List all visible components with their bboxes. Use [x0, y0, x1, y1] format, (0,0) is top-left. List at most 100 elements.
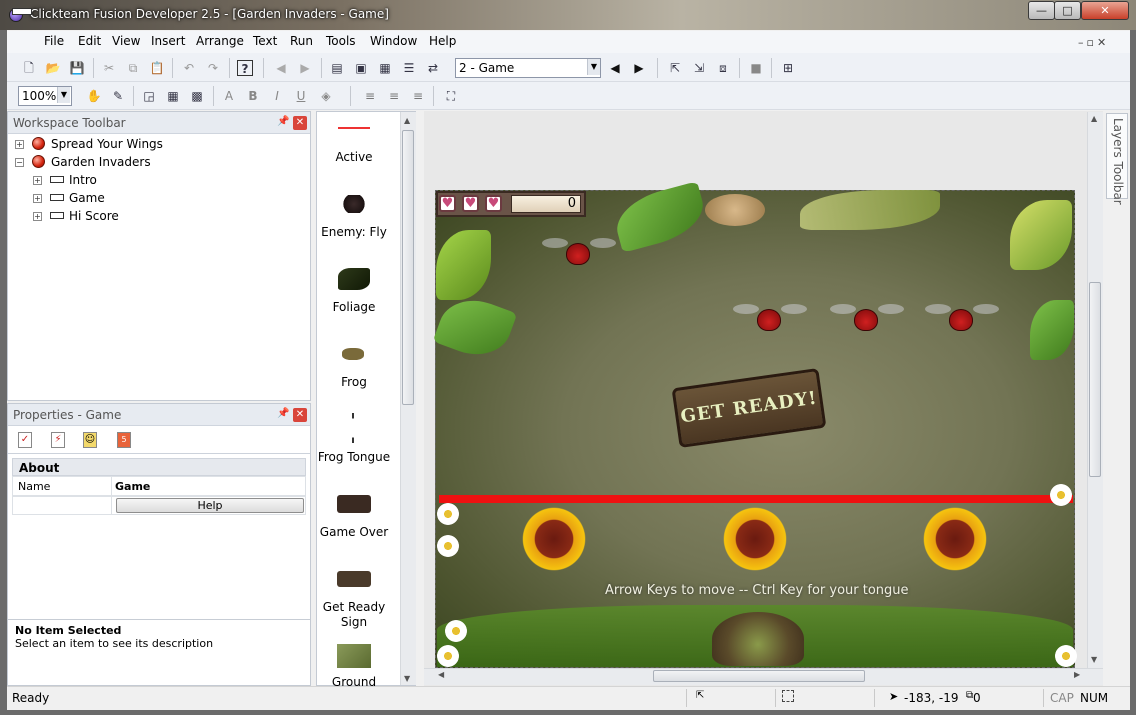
underline-button[interactable]: U — [293, 88, 309, 104]
sunflower-graphic[interactable] — [519, 504, 589, 574]
menu-edit[interactable]: Edit — [78, 34, 101, 48]
scroll-left-icon[interactable]: ◀ — [438, 670, 444, 679]
bold-button[interactable]: B — [245, 88, 261, 104]
run-project-icon[interactable]: ⧈ — [715, 60, 731, 76]
frog-thumbnail[interactable] — [342, 348, 364, 360]
expand-icon[interactable]: + — [15, 140, 24, 149]
tree-item-intro[interactable]: Intro — [69, 171, 97, 189]
game-over-thumbnail[interactable] — [337, 495, 371, 513]
snap-icon[interactable]: ◲ — [141, 88, 157, 104]
property-name-value[interactable]: Game — [115, 480, 150, 493]
event-editor-icon[interactable]: ▦ — [377, 60, 393, 76]
menu-window[interactable]: Window — [370, 34, 417, 48]
menu-view[interactable]: View — [112, 34, 140, 48]
enemy-fly[interactable] — [757, 309, 781, 331]
expand-icon[interactable]: + — [33, 212, 42, 221]
scroll-up-icon[interactable]: ▲ — [1091, 114, 1097, 123]
new-file-icon[interactable]: 🗋 — [21, 60, 37, 76]
copy-icon[interactable]: ⧉ — [125, 60, 141, 76]
align-right-icon[interactable]: ≡ — [410, 88, 426, 104]
align-left-icon[interactable]: ≡ — [362, 88, 378, 104]
object-label-get-ready-sign[interactable]: Get Ready Sign — [315, 600, 393, 630]
previous-frame-icon[interactable]: ◀ — [607, 60, 623, 76]
document-icon[interactable] — [12, 8, 32, 15]
red-boundary-line[interactable] — [439, 495, 1073, 503]
enemy-fly-thumbnail[interactable] — [339, 195, 369, 213]
scroll-down-icon[interactable]: ▼ — [404, 674, 410, 683]
menu-text[interactable]: Text — [253, 34, 277, 48]
paste-icon[interactable]: 📋 — [149, 60, 165, 76]
object-label-game-over[interactable]: Game Over — [315, 525, 393, 540]
frame-select[interactable]: 2 - Game — [455, 58, 601, 78]
grid-setup-icon[interactable]: ▩ — [189, 88, 205, 104]
forward-icon[interactable]: ▶ — [297, 60, 313, 76]
run-frame-icon[interactable]: ⇲ — [691, 60, 707, 76]
fill-color-icon[interactable]: ◈ — [318, 88, 334, 104]
scrollbar-thumb[interactable] — [1089, 282, 1101, 477]
chevron-down-icon[interactable]: ▼ — [57, 87, 70, 103]
settings-tab-icon[interactable]: ✓ — [18, 432, 32, 448]
help-button[interactable]: Help — [116, 498, 304, 513]
object-label-active[interactable]: Active — [315, 150, 393, 165]
data-elements-icon[interactable]: ⇄ — [425, 60, 441, 76]
run-application-icon[interactable]: ⇱ — [667, 60, 683, 76]
expand-icon[interactable]: + — [33, 194, 42, 203]
close-button[interactable]: ✕ — [1081, 1, 1129, 20]
menu-arrange[interactable]: Arrange — [196, 34, 244, 48]
close-panel-icon[interactable]: ✕ — [293, 408, 307, 422]
italic-button[interactable]: I — [269, 88, 285, 104]
pen-tool-icon[interactable]: ✎ — [110, 88, 126, 104]
back-icon[interactable]: ◀ — [273, 60, 289, 76]
minimize-button[interactable]: — — [1028, 1, 1055, 20]
close-panel-icon[interactable]: ✕ — [293, 116, 307, 130]
tree-item-spread-your-wings[interactable]: Spread Your Wings — [51, 135, 163, 153]
build-icon[interactable]: ⊞ — [780, 60, 796, 76]
foliage-thumbnail[interactable] — [338, 268, 370, 290]
frog-tongue-thumbnail[interactable] — [352, 413, 354, 443]
get-ready-sign-thumbnail[interactable] — [337, 571, 371, 587]
storyboard-editor-icon[interactable]: ▤ — [329, 60, 345, 76]
scrollbar-thumb[interactable] — [402, 130, 414, 405]
expand-icon[interactable]: + — [33, 176, 42, 185]
scroll-up-icon[interactable]: ▲ — [404, 116, 410, 125]
menu-run[interactable]: Run — [290, 34, 313, 48]
ground-thumbnail[interactable] — [337, 644, 371, 668]
object-label-enemy-fly[interactable]: Enemy: Fly — [315, 225, 393, 240]
next-frame-icon[interactable]: ▶ — [631, 60, 647, 76]
scroll-right-icon[interactable]: ▶ — [1074, 670, 1080, 679]
enemy-fly[interactable] — [949, 309, 973, 331]
menu-file[interactable]: File — [44, 34, 64, 48]
chevron-down-icon[interactable]: ▼ — [587, 59, 600, 75]
object-label-frog-tongue[interactable]: Frog Tongue — [315, 450, 393, 465]
object-label-foliage[interactable]: Foliage — [315, 300, 393, 315]
enemy-fly[interactable] — [854, 309, 878, 331]
align-center-icon[interactable]: ≡ — [386, 88, 402, 104]
sunflower-graphic[interactable] — [720, 504, 790, 574]
cut-icon[interactable]: ✂ — [101, 60, 117, 76]
hand-tool-icon[interactable]: ✋ — [86, 88, 102, 104]
help-icon[interactable]: ? — [237, 60, 253, 76]
object-label-frog[interactable]: Frog — [315, 375, 393, 390]
event-list-editor-icon[interactable]: ☰ — [401, 60, 417, 76]
html5-tab-icon[interactable]: 5 — [117, 432, 131, 448]
open-folder-icon[interactable]: 📂 — [45, 60, 61, 76]
stop-icon[interactable]: ■ — [748, 60, 764, 76]
frame-editor-icon[interactable]: ▣ — [353, 60, 369, 76]
frog-player[interactable] — [712, 612, 804, 666]
scroll-down-icon[interactable]: ▼ — [1091, 655, 1097, 664]
tree-item-garden-invaders[interactable]: Garden Invaders — [51, 153, 151, 171]
grid-icon[interactable]: ▦ — [165, 88, 181, 104]
menu-help[interactable]: Help — [429, 34, 456, 48]
save-icon[interactable]: 💾 — [69, 60, 85, 76]
scrollbar-thumb[interactable] — [653, 670, 865, 682]
about-tab-icon[interactable]: ☺ — [83, 432, 97, 448]
fit-to-frame-icon[interactable]: ⛶ — [443, 88, 459, 104]
redo-icon[interactable]: ↷ — [205, 60, 221, 76]
tree-item-game[interactable]: Game — [69, 189, 105, 207]
collapse-icon[interactable]: − — [15, 158, 24, 167]
undo-icon[interactable]: ↶ — [181, 60, 197, 76]
pin-icon[interactable]: 📌 — [277, 116, 289, 127]
menu-insert[interactable]: Insert — [151, 34, 185, 48]
about-section-header[interactable]: About — [12, 458, 306, 476]
runtime-options-tab-icon[interactable]: ⚡ — [51, 432, 65, 448]
